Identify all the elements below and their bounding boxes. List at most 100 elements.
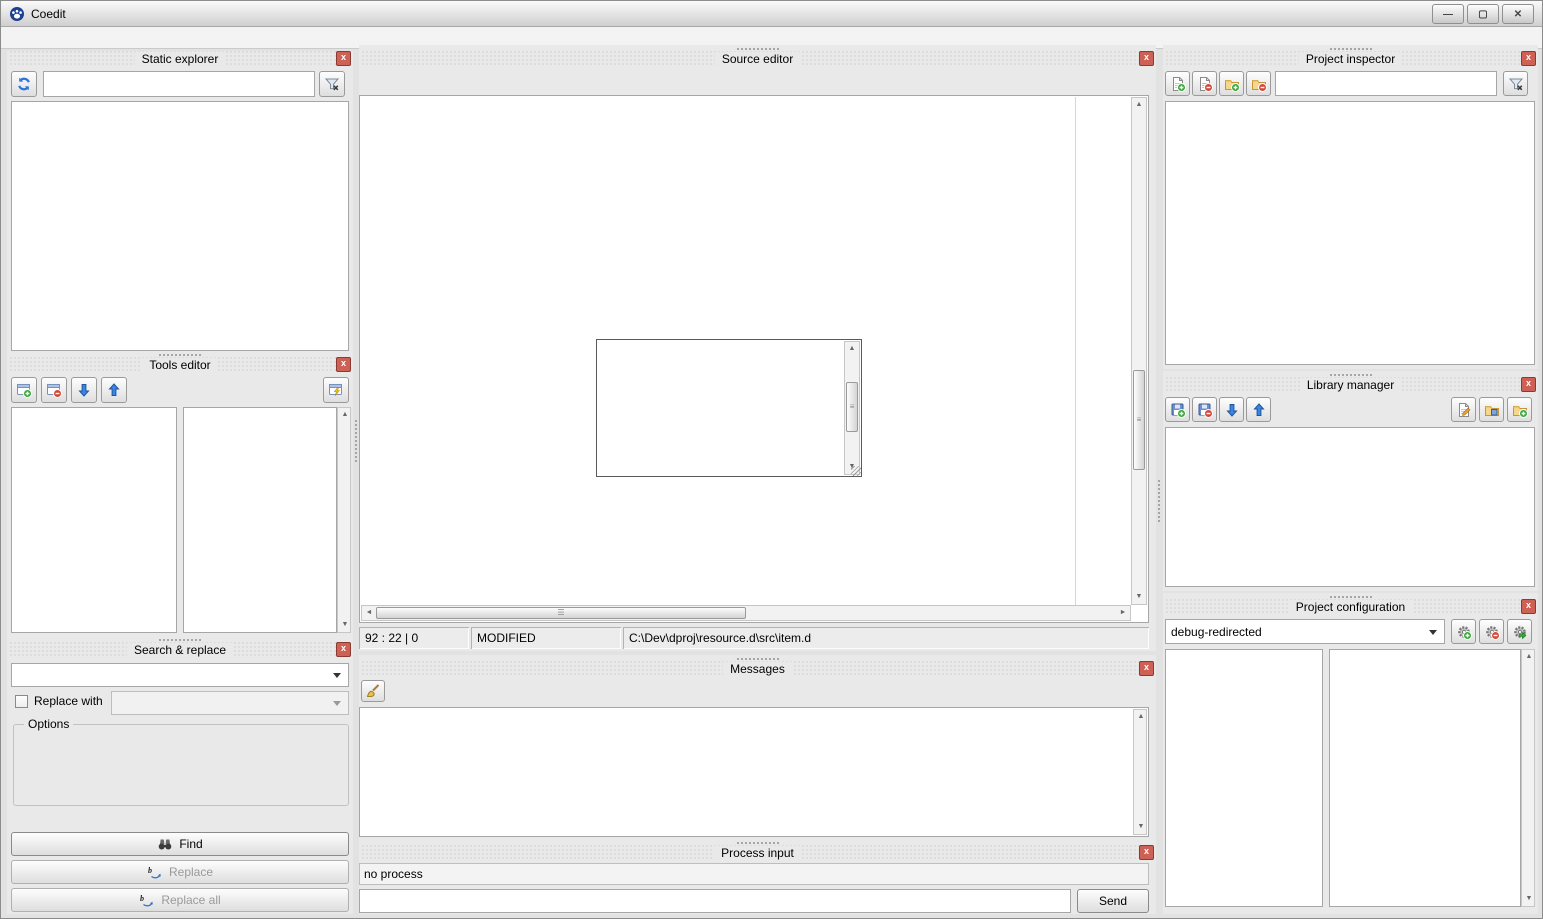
tools-editor-panel: Tools editorx ▲▼ (7, 351, 353, 639)
add-source-icon (1170, 76, 1186, 92)
process-input-title: Process input (714, 846, 801, 860)
move-up-icon (106, 382, 122, 398)
paw-icon (9, 6, 25, 22)
remove-source-icon (1197, 76, 1213, 92)
static-explorer-close-icon[interactable]: x (336, 51, 351, 66)
register-library-icon (1484, 402, 1500, 418)
process-input-field[interactable] (359, 889, 1071, 913)
configuration-combo[interactable]: debug-redirected (1165, 619, 1445, 644)
add-tool-button[interactable] (11, 377, 37, 403)
chevron-down-icon (333, 701, 341, 706)
remove-folder-icon (1251, 76, 1267, 92)
search-replace-close-icon[interactable]: x (336, 642, 351, 657)
maximize-button[interactable]: ▢ (1467, 4, 1499, 24)
chevron-down-icon[interactable] (333, 673, 341, 678)
clear-inspector-filter-button[interactable] (1503, 71, 1528, 96)
move-library-down-button[interactable] (1219, 397, 1244, 422)
search-replace-panel: Search & replace x Replace with Options F… (7, 636, 353, 914)
move-library-up-button[interactable] (1246, 397, 1271, 422)
remove-configuration-button[interactable] (1479, 619, 1504, 644)
inspector-filter-input[interactable] (1275, 71, 1497, 96)
editor-tab-bar (359, 69, 1149, 95)
completion-scrollbar[interactable]: ▲▼ ≡ (844, 341, 860, 475)
messages-close-icon[interactable]: x (1139, 661, 1154, 676)
replace-with-label: Replace with (34, 694, 103, 708)
replace-all-icon: b (139, 892, 155, 908)
search-term-combo[interactable] (11, 663, 349, 687)
remove-configuration-icon (1484, 624, 1500, 640)
process-input-panel: Process input x no process Send (359, 839, 1156, 914)
minimize-button[interactable]: — (1432, 4, 1464, 24)
run-tool-button[interactable] (323, 377, 349, 403)
activate-configuration-icon (1512, 624, 1528, 640)
static-explorer-filter-input[interactable] (43, 71, 315, 97)
process-status-field: no process (359, 863, 1149, 885)
source-editor-title: Source editor (715, 52, 800, 66)
tools-list (11, 407, 177, 633)
move-tool-up-button[interactable] (101, 377, 127, 403)
library-manager-panel: Library managerx (1163, 371, 1538, 591)
add-folder-button[interactable] (1219, 71, 1244, 96)
remove-folder-button[interactable] (1246, 71, 1271, 96)
add-folder-icon (1512, 402, 1528, 418)
right-splitter[interactable] (1156, 381, 1162, 621)
refresh-icon (16, 76, 32, 92)
add-library-icon (1170, 402, 1186, 418)
clone-configuration-button[interactable] (1507, 619, 1532, 644)
chevron-down-icon[interactable] (1429, 630, 1437, 635)
editor-horizontal-scrollbar[interactable]: ◄► ☰ (361, 605, 1131, 621)
configuration-grid-scrollbar[interactable]: ▲▼ (1521, 649, 1535, 907)
edit-library-button[interactable] (1451, 397, 1476, 422)
library-manager-close-icon[interactable]: x (1521, 377, 1536, 392)
register-library-button[interactable] (1479, 397, 1504, 422)
messages-log[interactable]: ▲▼ (359, 707, 1149, 837)
add-configuration-button[interactable] (1451, 619, 1476, 644)
svg-text:b: b (140, 894, 144, 903)
resize-grip-icon[interactable] (851, 466, 861, 476)
edit-icon (1456, 402, 1472, 418)
replace-all-button[interactable]: bReplace all (11, 888, 349, 912)
move-up-icon (1251, 402, 1267, 418)
find-button[interactable]: Find (11, 832, 349, 856)
replace-button[interactable]: bReplace (11, 860, 349, 884)
project-inspector-close-icon[interactable]: x (1521, 51, 1536, 66)
add-library-folder-button[interactable] (1507, 397, 1532, 422)
caret-position: 92 : 22 | 0 (359, 627, 469, 649)
configuration-properties-grid (1329, 649, 1521, 907)
send-button[interactable]: Send (1077, 889, 1149, 913)
replace-with-checkbox[interactable] (15, 695, 28, 708)
app-icon (9, 6, 25, 22)
static-explorer-title: Static explorer (135, 52, 226, 66)
tools-editor-close-icon[interactable]: x (336, 357, 351, 372)
messages-scrollbar[interactable]: ▲▼ (1133, 709, 1147, 835)
remove-library-icon (1197, 402, 1213, 418)
tool-properties-scrollbar[interactable]: ▲▼ (337, 407, 351, 633)
source-editor-close-icon[interactable]: x (1139, 51, 1154, 66)
options-label: Options (24, 717, 73, 731)
project-inspector-panel: Project inspectorx (1163, 45, 1538, 369)
clear-filter-button[interactable] (319, 71, 345, 97)
window-title: Coedit (31, 7, 66, 21)
replace-icon: b (147, 864, 163, 880)
close-button[interactable]: ✕ (1502, 4, 1534, 24)
messages-title: Messages (723, 662, 792, 676)
search-options-group: Options (13, 724, 349, 806)
project-configuration-close-icon[interactable]: x (1521, 599, 1536, 614)
remove-library-button[interactable] (1192, 397, 1217, 422)
move-tool-down-button[interactable] (71, 377, 97, 403)
editor-vertical-scrollbar[interactable]: ▲▼ ≡ (1131, 97, 1147, 605)
add-library-button[interactable] (1165, 397, 1190, 422)
static-explorer-tree (11, 101, 349, 351)
process-input-close-icon[interactable]: x (1139, 845, 1154, 860)
static-explorer-panel: Static explorer x (7, 51, 353, 355)
clear-messages-button[interactable] (361, 680, 385, 702)
refresh-button[interactable] (11, 71, 37, 97)
search-replace-title: Search & replace (127, 643, 233, 657)
remove-source-button[interactable] (1192, 71, 1217, 96)
replace-term-combo[interactable] (111, 691, 349, 715)
remove-tool-button[interactable] (41, 377, 67, 403)
replace-all-icon: b (139, 892, 155, 908)
project-configuration-title: Project configuration (1289, 600, 1412, 614)
left-splitter[interactable] (353, 341, 359, 541)
add-source-button[interactable] (1165, 71, 1190, 96)
